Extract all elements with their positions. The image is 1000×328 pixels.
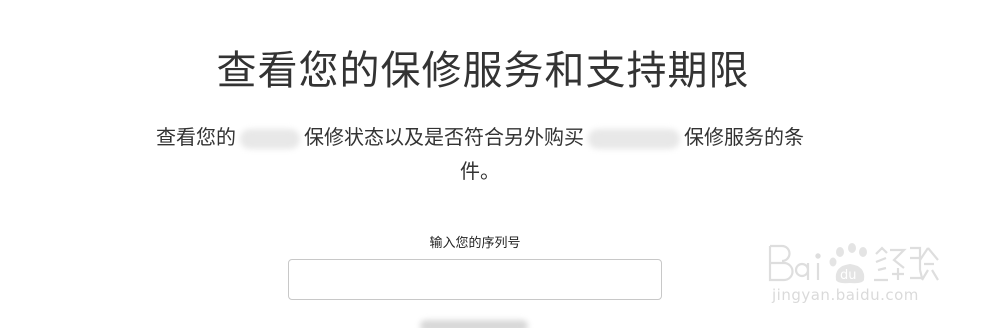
watermark-url: jingyan.baidu.com — [772, 286, 919, 304]
warranty-check-page: 查看您的保修服务和支持期限 查看您的 保修状态以及是否符合另外购买 保修服务的条 件… — [0, 0, 1000, 328]
description-line-1: 查看您的 保修状态以及是否符合另外购买 保修服务的条 — [95, 120, 865, 154]
description-part-2: 保修状态以及是否符合另外购买 — [304, 125, 584, 149]
serial-number-input[interactable] — [288, 259, 662, 300]
svg-text:du: du — [840, 268, 857, 283]
redacted-product-name — [240, 128, 300, 149]
baidu-logo-icon: du — [768, 243, 939, 284]
description-line-2: 件。 — [460, 159, 500, 183]
page-title: 查看您的保修服务和支持期限 — [216, 48, 750, 94]
redacted-plan-name — [588, 128, 680, 149]
redacted-captcha-text — [420, 320, 528, 328]
description-part-3: 保修服务的条 — [684, 125, 804, 149]
description-part-1: 查看您的 — [156, 125, 236, 149]
page-description: 查看您的 保修状态以及是否符合另外购买 保修服务的条 件。 — [95, 120, 865, 188]
baidu-jingyan-watermark: du jingyan.baidu.com — [758, 228, 948, 318]
